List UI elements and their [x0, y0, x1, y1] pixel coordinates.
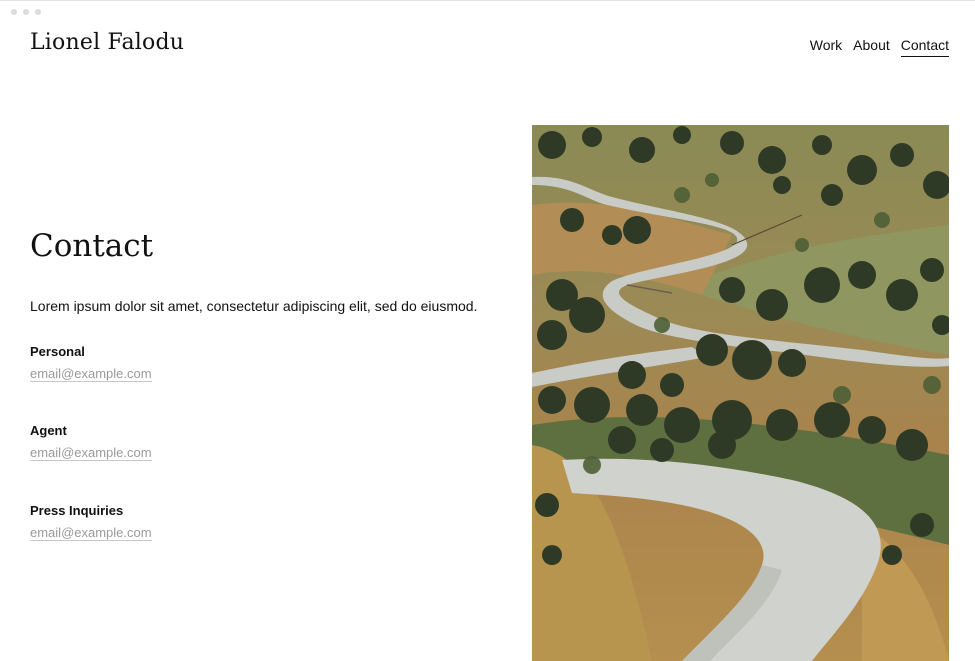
- email-link[interactable]: email@example.com: [30, 525, 152, 541]
- window-maximize-dot-icon[interactable]: [35, 9, 41, 15]
- page-title: Contact: [30, 228, 154, 264]
- site-title-link[interactable]: Lionel Falodu: [30, 30, 184, 55]
- window-minimize-dot-icon[interactable]: [23, 9, 29, 15]
- contact-agent: Agent email@example.com: [30, 423, 152, 462]
- nav-link-contact[interactable]: Contact: [900, 37, 949, 57]
- nav-link-about[interactable]: About: [853, 37, 890, 57]
- contact-personal: Personal email@example.com: [30, 344, 152, 383]
- window-title-bar: [0, 0, 975, 23]
- main-navigation: Work About Contact: [799, 37, 949, 57]
- intro-text: Lorem ipsum dolor sit amet, consectetur …: [30, 298, 478, 314]
- contact-press-inquiries: Press Inquiries email@example.com: [30, 503, 152, 542]
- window-close-dot-icon[interactable]: [11, 9, 17, 15]
- contact-label: Personal: [30, 344, 85, 359]
- nav-link-work[interactable]: Work: [810, 37, 842, 57]
- contact-label: Agent: [30, 423, 67, 438]
- email-link[interactable]: email@example.com: [30, 445, 152, 461]
- contact-label: Press Inquiries: [30, 503, 124, 518]
- landscape-road-photo: [532, 125, 949, 661]
- email-link[interactable]: email@example.com: [30, 366, 152, 382]
